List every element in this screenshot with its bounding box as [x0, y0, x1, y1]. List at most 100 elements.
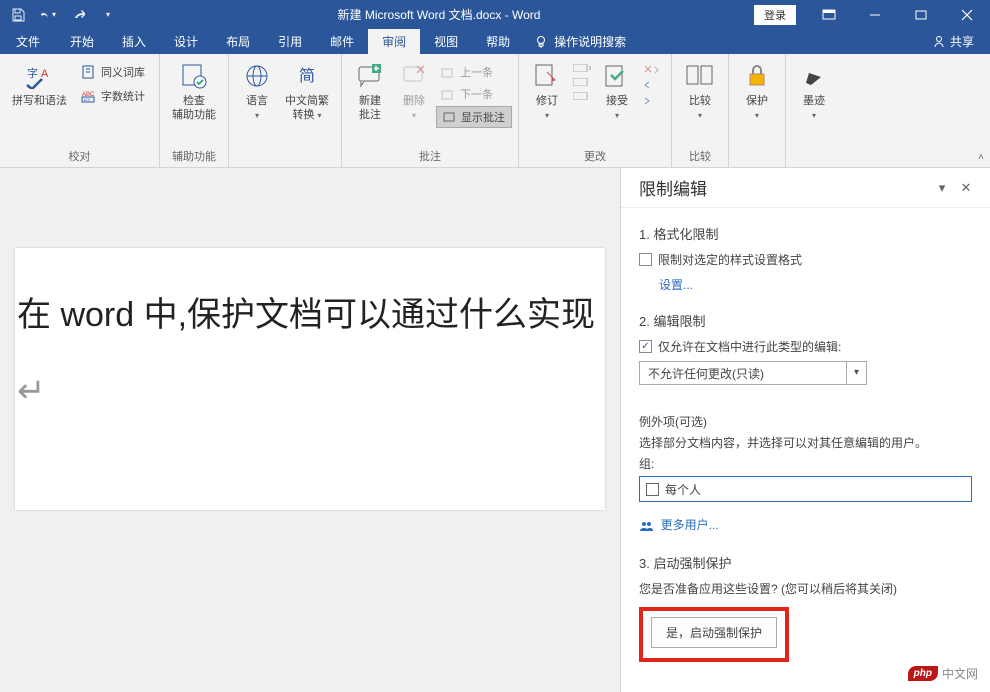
- tab-view[interactable]: 视图: [420, 29, 472, 54]
- group-tracking: 修订▾ 接受▾ 更改: [519, 54, 672, 167]
- pane-close-icon[interactable]: ✕: [954, 180, 978, 196]
- share-label: 共享: [950, 33, 974, 50]
- enforce-highlight: 是，启动强制保护: [639, 607, 789, 662]
- show-markup-icon[interactable]: [573, 78, 591, 86]
- accept-icon: [601, 60, 633, 92]
- next-change-icon[interactable]: [643, 96, 661, 106]
- next-comment-icon: [440, 87, 456, 101]
- translate-button[interactable]: 简 中文简繁 转换 ▾: [279, 58, 335, 125]
- tab-file[interactable]: 文件: [0, 29, 56, 54]
- group-comments-label: 批注: [348, 146, 512, 167]
- spelling-button[interactable]: 字A 拼写和语法: [6, 58, 73, 110]
- svg-text:字: 字: [27, 66, 38, 80]
- tab-references[interactable]: 引用: [264, 29, 316, 54]
- collapse-ribbon-icon[interactable]: ˄: [978, 152, 984, 163]
- ink-icon: [798, 60, 830, 92]
- prev-change-icon[interactable]: [643, 80, 661, 90]
- formatting-checkbox-label: 限制对选定的样式设置格式: [658, 251, 802, 268]
- new-comment-button[interactable]: 新建 批注: [348, 58, 392, 124]
- editing-checkbox-row[interactable]: ✓ 仅允许在文档中进行此类型的编辑:: [639, 338, 972, 355]
- enforce-desc: 您是否准备应用这些设置? (您可以稍后将其关闭): [639, 580, 972, 597]
- tell-me-search[interactable]: 操作说明搜索: [524, 29, 636, 54]
- section-formatting: 1. 格式化限制: [639, 224, 972, 243]
- tab-home[interactable]: 开始: [56, 29, 108, 54]
- compare-button[interactable]: 比较▾: [678, 58, 722, 125]
- tab-mailings[interactable]: 邮件: [316, 29, 368, 54]
- close-icon[interactable]: [944, 0, 990, 29]
- pane-options-icon[interactable]: ▾: [930, 180, 954, 196]
- spelling-icon: 字A: [24, 60, 56, 92]
- chevron-down-icon: ▾: [755, 111, 759, 120]
- tell-me-label: 操作说明搜索: [554, 33, 626, 50]
- pane-header: 限制编辑 ▾ ✕: [621, 168, 990, 208]
- groups-list[interactable]: 每个人: [639, 476, 972, 502]
- content-area: 在 word 中,保护文档可以通过什么实现↵ 限制编辑 ▾ ✕ 1. 格式化限制…: [0, 168, 990, 692]
- ribbon-display-icon[interactable]: [806, 0, 852, 29]
- save-icon[interactable]: [10, 7, 26, 23]
- editing-type-select[interactable]: 不允许任何更改(只读) ▾: [639, 361, 867, 385]
- protect-button[interactable]: 保护▾: [735, 58, 779, 125]
- compare-label: 比较: [689, 95, 711, 107]
- wordcount-icon: ABC123: [81, 88, 97, 104]
- checkbox-unchecked-icon[interactable]: [639, 253, 652, 266]
- prev-comment-button[interactable]: 上一条: [436, 62, 512, 82]
- reject-icon[interactable]: [643, 64, 661, 74]
- ink-button[interactable]: 墨迹▾: [792, 58, 836, 125]
- tab-review[interactable]: 审阅: [368, 29, 420, 54]
- undo-icon[interactable]: ▾: [40, 7, 56, 23]
- svg-text:123: 123: [83, 97, 90, 102]
- wordcount-label: 字数统计: [101, 88, 145, 104]
- spelling-label: 拼写和语法: [12, 94, 67, 108]
- group-protect-label: [735, 150, 779, 167]
- more-users-link[interactable]: 更多用户...: [661, 518, 719, 532]
- watermark: php 中文网: [908, 665, 978, 682]
- checkbox-unchecked-icon[interactable]: [646, 483, 659, 496]
- group-protect: 保护▾: [729, 54, 786, 167]
- formatting-checkbox-row[interactable]: 限制对选定的样式设置格式: [639, 251, 972, 268]
- display-for-review-icon[interactable]: [573, 64, 591, 72]
- settings-link[interactable]: 设置...: [659, 278, 693, 292]
- language-button[interactable]: 语言▾: [235, 58, 279, 125]
- wordcount-button[interactable]: ABC123 字数统计: [77, 86, 149, 106]
- exceptions-heading: 例外项(可选): [639, 413, 972, 430]
- accept-button[interactable]: 接受▾: [595, 58, 639, 125]
- share-button[interactable]: 共享: [916, 29, 990, 54]
- document-area[interactable]: 在 word 中,保护文档可以通过什么实现↵: [0, 168, 620, 692]
- chevron-down-icon: ▾: [318, 111, 322, 120]
- everyone-label: 每个人: [665, 481, 701, 498]
- enforce-protection-button[interactable]: 是，启动强制保护: [651, 617, 777, 648]
- minimize-icon[interactable]: [852, 0, 898, 29]
- paragraph-mark-icon: ↵: [17, 372, 46, 410]
- reviewing-pane-icon[interactable]: [573, 92, 591, 100]
- group-ink: 墨迹▾: [786, 54, 842, 167]
- login-button[interactable]: 登录: [754, 5, 796, 25]
- document-page[interactable]: 在 word 中,保护文档可以通过什么实现↵: [15, 248, 605, 510]
- group-accessibility-label: 辅助功能: [166, 146, 222, 167]
- show-comments-button[interactable]: 显示批注: [436, 106, 512, 128]
- thesaurus-button[interactable]: 同义词库: [77, 62, 149, 82]
- prev-comment-icon: [440, 65, 456, 79]
- ribbon: 字A 拼写和语法 同义词库 ABC123 字数统计 校对: [0, 54, 990, 168]
- tab-design[interactable]: 设计: [160, 29, 212, 54]
- language-label: 语言: [246, 95, 268, 107]
- accept-label: 接受: [606, 95, 628, 107]
- group-language-label: [235, 150, 335, 167]
- tab-insert[interactable]: 插入: [108, 29, 160, 54]
- group-comments: 新建 批注 删除▾ 上一条 下一条 显示批注: [342, 54, 519, 167]
- window-controls: 登录: [754, 0, 990, 29]
- track-changes-button[interactable]: 修订▾: [525, 58, 569, 125]
- window-title: 新建 Microsoft Word 文档.docx - Word: [124, 6, 754, 23]
- group-compare: 比较▾ 比较: [672, 54, 729, 167]
- redo-icon[interactable]: [70, 7, 86, 23]
- qat-customize-icon[interactable]: ▾: [100, 7, 116, 23]
- tab-help[interactable]: 帮助: [472, 29, 524, 54]
- delete-comment-button[interactable]: 删除▾: [392, 58, 436, 125]
- accessibility-button[interactable]: 检查 辅助功能: [166, 58, 222, 124]
- checkbox-checked-icon[interactable]: ✓: [639, 340, 652, 353]
- accessibility-icon: [178, 60, 210, 92]
- next-comment-button[interactable]: 下一条: [436, 84, 512, 104]
- maximize-icon[interactable]: [898, 0, 944, 29]
- document-text[interactable]: 在 word 中,保护文档可以通过什么实现↵: [15, 278, 605, 430]
- restrict-editing-pane: 限制编辑 ▾ ✕ 1. 格式化限制 限制对选定的样式设置格式 设置... 2. …: [620, 168, 990, 692]
- tab-layout[interactable]: 布局: [212, 29, 264, 54]
